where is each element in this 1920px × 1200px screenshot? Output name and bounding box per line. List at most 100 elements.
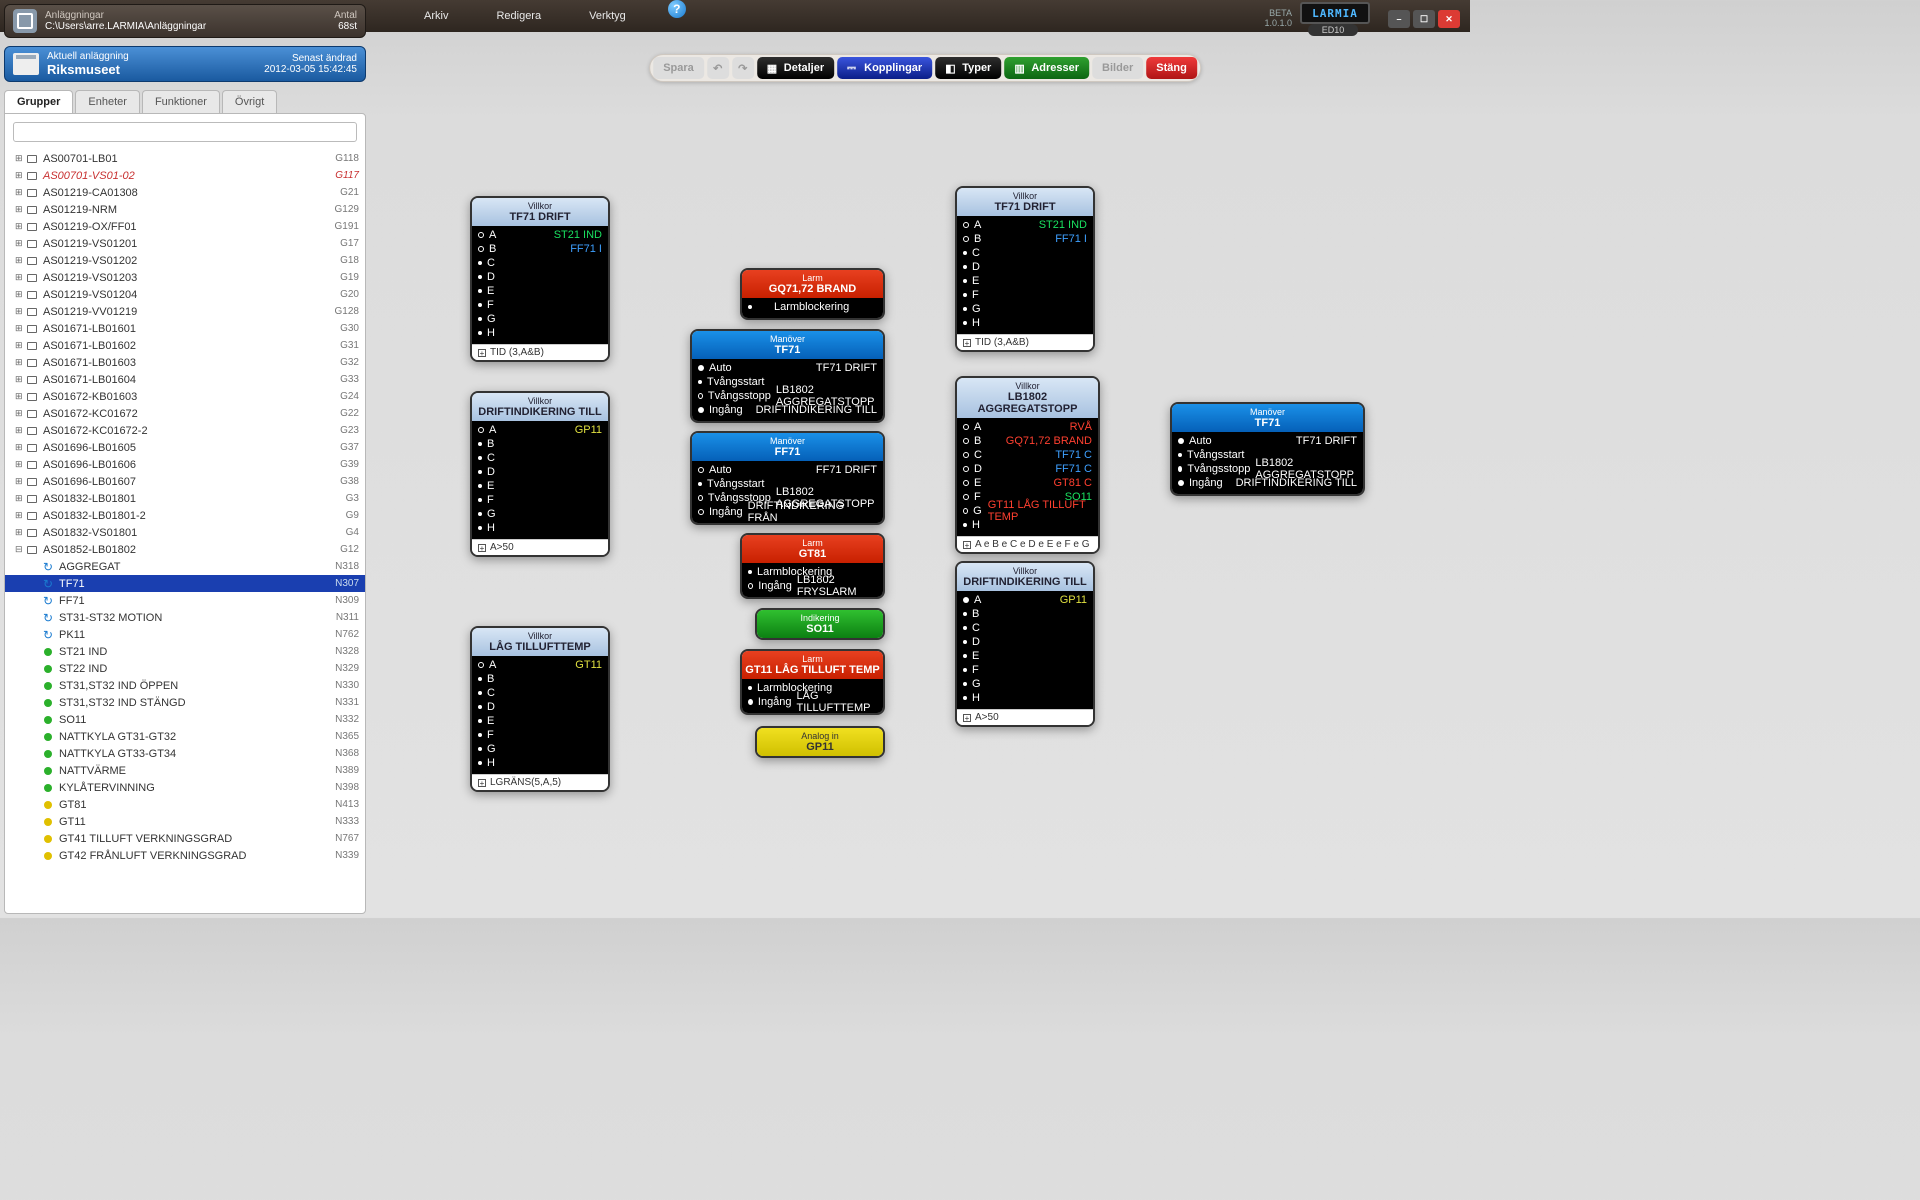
expand-icon[interactable]: ⊞	[15, 238, 25, 249]
diagram-canvas[interactable]: .w{fill:none;stroke-width:1.3;} .dash{st…	[380, 36, 1470, 918]
menu-arkiv[interactable]: Arkiv	[400, 0, 472, 32]
tree-group[interactable]: ⊟ AS01852-LB01802 G12	[5, 541, 365, 558]
node-row[interactable]: D	[478, 700, 602, 714]
node-villkor-lagtilluft[interactable]: VillkorLÅG TILLUFTTEMP AGT11BCDEFGH +LGR…	[470, 626, 610, 792]
tree-item[interactable]: GT41 TILLUFT VERKNINGSGRAD N767	[5, 830, 365, 847]
expand-icon[interactable]: ⊞	[15, 289, 25, 300]
node-row[interactable]: IngångLÅG TILLUFTTEMP	[748, 695, 877, 709]
node-row[interactable]: TvångsstoppLB1802 AGGREGATSTOPP	[1178, 462, 1357, 476]
expand-icon[interactable]: +	[478, 544, 486, 552]
node-row[interactable]: AGT11	[478, 658, 602, 672]
node-manover-ff71[interactable]: ManöverFF71 AutoFF71 DRIFTTvångsstartTvå…	[690, 431, 885, 525]
tree-item[interactable]: ↻ PK11 N762	[5, 626, 365, 643]
expand-icon[interactable]: +	[963, 714, 971, 722]
node-row[interactable]: ARVÅ	[963, 420, 1092, 434]
tree-list[interactable]: ⊞ AS00701-LB01 G118⊞ AS00701-VS01-02 G11…	[4, 113, 366, 914]
node-larm-gt81[interactable]: LarmGT81 LarmblockeringIngångLB1802 FRYS…	[740, 533, 885, 599]
node-manover-tf71-b[interactable]: ManöverTF71 AutoTF71 DRIFTTvångsstartTvå…	[1170, 402, 1365, 496]
node-row[interactable]: C	[963, 621, 1087, 635]
node-row[interactable]: BFF71 I	[478, 242, 602, 256]
node-row[interactable]: C	[478, 256, 602, 270]
tree-group[interactable]: ⊞ AS01219-CA01308 G21	[5, 184, 365, 201]
tree-item[interactable]: NATTKYLA GT33-GT34 N368	[5, 745, 365, 762]
tree-item[interactable]: ST31,ST32 IND STÄNGD N331	[5, 694, 365, 711]
node-row[interactable]: IngångDRIFTINDIKERING FRÅN	[698, 505, 877, 519]
connections-button[interactable]: ⎓Kopplingar	[837, 57, 932, 79]
tab-grupper[interactable]: Grupper	[4, 90, 73, 113]
tab-funktioner[interactable]: Funktioner	[142, 90, 220, 113]
expand-icon[interactable]: ⊞	[15, 153, 25, 164]
node-row[interactable]: D	[478, 465, 602, 479]
filter-input[interactable]	[13, 122, 357, 142]
node-row[interactable]: EGT81 C	[963, 476, 1092, 490]
node-row[interactable]: AGP11	[963, 593, 1087, 607]
node-row[interactable]: G	[963, 677, 1087, 691]
expand-icon[interactable]: ⊞	[15, 204, 25, 215]
types-button[interactable]: ◧Typer	[935, 57, 1001, 79]
expand-icon[interactable]: ⊞	[15, 442, 25, 453]
tree-item[interactable]: SO11 N332	[5, 711, 365, 728]
tree-item[interactable]: ↻ AGGREGAT N318	[5, 558, 365, 575]
help-button[interactable]: ?	[668, 0, 686, 18]
node-row[interactable]: G	[963, 302, 1087, 316]
tree-group[interactable]: ⊞ AS01219-VS01202 G18	[5, 252, 365, 269]
node-villkor-driftind[interactable]: VillkorDRIFTINDIKERING TILL AGP11BCDEFGH…	[470, 391, 610, 557]
tree-item[interactable]: GT42 FRÅNLUFT VERKNINGSGRAD N339	[5, 847, 365, 864]
node-row[interactable]: F	[478, 728, 602, 742]
node-row[interactable]: B	[963, 607, 1087, 621]
node-larm-gq7172[interactable]: LarmGQ71,72 BRAND Larmblockering	[740, 268, 885, 320]
node-row[interactable]: CTF71 C	[963, 448, 1092, 462]
tree-group[interactable]: ⊞ AS01672-KC01672-2 G23	[5, 422, 365, 439]
node-villkor-tf71drift[interactable]: VillkorTF71 DRIFT AST21 INDBFF71 ICDEFGH…	[470, 196, 610, 362]
node-row[interactable]: BGQ71,72 BRAND	[963, 434, 1092, 448]
tree-item[interactable]: NATTVÄRME N389	[5, 762, 365, 779]
expand-icon[interactable]: ⊞	[15, 255, 25, 266]
tree-group[interactable]: ⊞ AS01671-LB01604 G33	[5, 371, 365, 388]
expand-icon[interactable]: ⊞	[15, 357, 25, 368]
close-button[interactable]: Stäng	[1146, 57, 1197, 79]
node-row[interactable]: E	[478, 479, 602, 493]
node-manover-tf71[interactable]: ManöverTF71 AutoTF71 DRIFTTvångsstartTvå…	[690, 329, 885, 423]
node-row[interactable]: AutoTF71 DRIFT	[698, 361, 877, 375]
node-row[interactable]: F	[478, 298, 602, 312]
tree-group[interactable]: ⊞ AS01671-LB01602 G31	[5, 337, 365, 354]
tree-group[interactable]: ⊞ AS01219-VS01204 G20	[5, 286, 365, 303]
expand-icon[interactable]: ⊞	[15, 340, 25, 351]
expand-icon[interactable]: ⊞	[15, 170, 25, 181]
node-row[interactable]: H	[963, 691, 1087, 705]
node-row[interactable]: H	[963, 316, 1087, 330]
node-row[interactable]: C	[963, 246, 1087, 260]
tree-group[interactable]: ⊞ AS01219-VS01201 G17	[5, 235, 365, 252]
facility-card[interactable]: Aktuell anläggning Riksmuseet Senast änd…	[4, 46, 366, 82]
node-row[interactable]: BFF71 I	[963, 232, 1087, 246]
menu-verktyg[interactable]: Verktyg	[565, 0, 650, 32]
node-row[interactable]: Larmblockering	[748, 300, 877, 314]
node-indikering-so11[interactable]: IndikeringSO11	[755, 608, 885, 640]
node-row[interactable]: AST21 IND	[478, 228, 602, 242]
menu-redigera[interactable]: Redigera	[472, 0, 565, 32]
tree-group[interactable]: ⊞ AS01671-LB01603 G32	[5, 354, 365, 371]
tree-item[interactable]: ↻ FF71 N309	[5, 592, 365, 609]
node-row[interactable]: IngångLB1802 FRYSLARM	[748, 579, 877, 593]
expand-icon[interactable]: ⊞	[15, 459, 25, 470]
expand-icon[interactable]: ⊞	[15, 323, 25, 334]
tree-group[interactable]: ⊞ AS01219-VV01219 G128	[5, 303, 365, 320]
node-row[interactable]: AutoFF71 DRIFT	[698, 463, 877, 477]
expand-icon[interactable]: ⊞	[15, 510, 25, 521]
expand-icon[interactable]: ⊞	[15, 493, 25, 504]
node-villkor-lb1802[interactable]: VillkorLB1802 AGGREGATSTOPP ARVÅBGQ71,72…	[955, 376, 1100, 554]
tab-enheter[interactable]: Enheter	[75, 90, 140, 113]
expand-icon[interactable]: ⊞	[15, 272, 25, 283]
expand-icon[interactable]: +	[478, 779, 486, 787]
tree-group[interactable]: ⊞ AS00701-VS01-02 G117	[5, 167, 365, 184]
collapse-icon[interactable]: ⊟	[15, 544, 25, 555]
node-row[interactable]: E	[963, 274, 1087, 288]
tree-group[interactable]: ⊞ AS01696-LB01606 G39	[5, 456, 365, 473]
node-row[interactable]: IngångDRIFTINDIKERING TILL	[1178, 476, 1357, 490]
tree-group[interactable]: ⊞ AS01219-VS01203 G19	[5, 269, 365, 286]
node-row[interactable]: D	[478, 270, 602, 284]
tree-item[interactable]: KYLÅTERVINNING N398	[5, 779, 365, 796]
expand-icon[interactable]: ⊞	[15, 476, 25, 487]
node-row[interactable]: AutoTF71 DRIFT	[1178, 434, 1357, 448]
node-row[interactable]: AGP11	[478, 423, 602, 437]
